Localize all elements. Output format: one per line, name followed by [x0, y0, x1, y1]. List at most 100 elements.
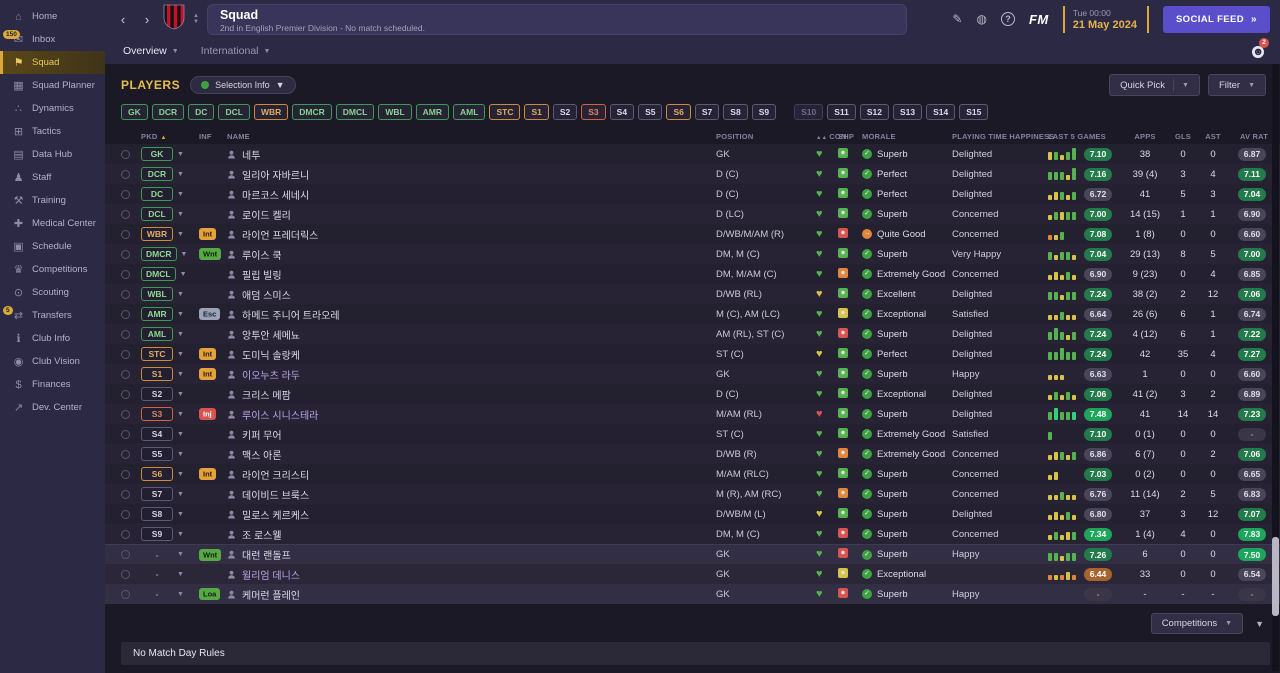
player-name[interactable]: 윌리엄 데니스 [242, 567, 300, 582]
player-name[interactable]: 대런 랜돌프 [242, 547, 291, 562]
position-chip-s9[interactable]: S9 [751, 104, 777, 120]
player-name[interactable]: 루이스 시니스테라 [242, 407, 318, 422]
col-con[interactable]: ▲▲ CON [816, 132, 846, 141]
row-select-circle[interactable] [121, 550, 130, 559]
sidebar-item-data-hub[interactable]: ▤ Data Hub [0, 143, 105, 166]
row-select-circle[interactable] [121, 209, 130, 219]
sidebar-item-finances[interactable]: $ Finances [0, 373, 105, 396]
col-inf[interactable]: INF [199, 132, 227, 141]
chevron-down-icon[interactable]: ▼ [177, 471, 184, 478]
col-last5[interactable]: LAST 5 GAMES [1048, 132, 1122, 141]
position-chip-dcl[interactable]: DCL [218, 104, 250, 120]
player-name[interactable]: 앙투안 세메뇨 [242, 327, 300, 342]
position-chip-wbl[interactable]: WBL [378, 104, 412, 120]
social-feed-button[interactable]: SOCIAL FEED » [1162, 5, 1270, 33]
player-name[interactable]: 밀로스 케르케스 [242, 507, 309, 522]
sidebar-item-club-info[interactable]: ℹ Club Info [0, 327, 105, 350]
position-chip-dcr[interactable]: DCR [151, 104, 185, 120]
player-name-cell[interactable]: 크리스 메팜 [227, 387, 716, 402]
player-row[interactable]: DCL ▼ 로이드 켈리 D (LC) ♥ ✓ Superb Concerned 7.00 14 … [105, 204, 1280, 224]
player-name-cell[interactable]: 일리아 자바르니 [227, 167, 716, 182]
position-badge[interactable]: DMCL [141, 267, 176, 281]
chevron-down-icon[interactable]: ▼ [177, 291, 184, 298]
chevron-down-icon[interactable]: ▼ [177, 171, 184, 178]
position-chip-s6[interactable]: S6 [666, 104, 691, 120]
player-name[interactable]: 크리스 메팜 [242, 387, 291, 402]
position-chip-s4[interactable]: S4 [609, 104, 635, 120]
chevron-down-icon[interactable]: ▼ [177, 191, 184, 198]
row-select-circle[interactable] [121, 189, 130, 199]
player-name[interactable]: 맥스 아론 [242, 447, 282, 462]
player-name-cell[interactable]: 윌리엄 데니스 [227, 567, 716, 582]
player-row[interactable]: WBR ▼ Int 라이언 프레더릭스 D/WB/M/AM (R) ♥ → Quite Goo… [105, 224, 1280, 244]
position-chip-s15[interactable]: S15 [959, 104, 989, 120]
sidebar-item-dynamics[interactable]: ∴ Dynamics [0, 97, 105, 120]
player-name-cell[interactable]: 조 로스웰 [227, 527, 716, 542]
sidebar-item-squad-planner[interactable]: ▦ Squad Planner [0, 74, 105, 97]
player-row[interactable]: WBL ▼ 애덤 스미스 D/WB (RL) ♥ ✓ Excellent Delighted 7… [105, 284, 1280, 304]
position-chip-dc[interactable]: DC [188, 104, 215, 120]
position-chip-s12[interactable]: S12 [859, 104, 890, 120]
player-name[interactable]: 라이언 크리스티 [242, 467, 309, 482]
position-badge[interactable]: STC [141, 347, 173, 361]
chevron-down-icon[interactable]: ▼ [177, 211, 184, 218]
chevron-down-icon[interactable]: ▼ [181, 251, 188, 258]
player-name-cell[interactable]: 라이언 프레더릭스 [227, 227, 716, 242]
position-badge[interactable]: DCR [141, 167, 173, 181]
sidebar-item-club-vision[interactable]: ◉ Club Vision [0, 350, 105, 373]
row-select-circle[interactable] [121, 409, 130, 419]
player-row[interactable]: S1 ▼ Int 이오누츠 라두 GK ♥ ✓ Superb Happy 6.63 1 0 0 6.60 [105, 364, 1280, 384]
sidebar-item-schedule[interactable]: ▣ Schedule [0, 235, 105, 258]
position-chip-gk[interactable]: GK [121, 104, 148, 120]
sidebar-item-competitions[interactable]: ♛ Competitions [0, 258, 105, 281]
position-badge[interactable]: S5 [141, 447, 173, 461]
sidebar-item-tactics[interactable]: ⊞ Tactics [0, 120, 105, 143]
row-select-circle[interactable] [121, 229, 130, 239]
fm-logo[interactable]: FM [1029, 12, 1049, 27]
position-chip-s10[interactable]: S10 [794, 104, 824, 120]
row-select-circle[interactable] [121, 589, 130, 599]
player-name-cell[interactable]: 도미닉 솔랑케 [227, 347, 716, 362]
player-name-cell[interactable]: 마르코스 세네시 [227, 187, 716, 202]
player-name-cell[interactable]: 대런 랜돌프 [227, 547, 716, 562]
player-name-cell[interactable]: 케머런 플레인 [227, 587, 716, 602]
player-row[interactable]: - ▼ Loa 케머런 플레인 GK ♥ ✓ Superb Happy - - - - - [105, 584, 1280, 604]
row-select-circle[interactable] [121, 449, 130, 459]
position-badge[interactable]: DC [141, 187, 173, 201]
player-name[interactable]: 로이드 켈리 [242, 207, 291, 222]
player-name[interactable]: 일리아 자바르니 [242, 167, 309, 182]
edit-pencil-icon[interactable]: ✎ [952, 12, 962, 26]
position-chip-stc[interactable]: STC [489, 104, 521, 120]
position-badge[interactable]: WBL [141, 287, 173, 301]
sidebar-item-staff[interactable]: ♟ Staff [0, 166, 105, 189]
player-name[interactable]: 루이스 쿡 [242, 247, 282, 262]
player-name-cell[interactable]: 키퍼 무어 [227, 427, 716, 442]
position-chip-s2[interactable]: S2 [552, 104, 578, 120]
player-name-cell[interactable]: 네투 [227, 147, 716, 162]
quick-pick-button[interactable]: Quick Pick ▼ [1109, 74, 1200, 96]
row-select-circle[interactable] [121, 569, 130, 579]
player-name-cell[interactable]: 밀로스 케르케스 [227, 507, 716, 522]
col-name[interactable]: NAME [227, 132, 716, 141]
player-name[interactable]: 케머런 플레인 [242, 587, 300, 602]
sidebar-item-medical-center[interactable]: ✚ Medical Center [0, 212, 105, 235]
scrollbar-track[interactable] [1272, 64, 1279, 671]
back-button[interactable]: ‹ [115, 12, 131, 27]
club-switcher[interactable]: ▲ ▼ [193, 13, 199, 25]
position-chip-s3[interactable]: S3 [581, 104, 606, 120]
position-badge[interactable]: S8 [141, 507, 173, 521]
col-happiness[interactable]: PLAYING TIME HAPPINESS [952, 132, 1054, 141]
player-row[interactable]: GK ▼ 네투 GK ♥ ✓ Superb Delighted 7.10 38 0 0 6.87 [105, 144, 1280, 164]
player-name[interactable]: 마르코스 세네시 [242, 187, 309, 202]
chevron-down-icon[interactable]: ▼ [177, 571, 184, 578]
sidebar-item-home[interactable]: ⌂ Home [0, 5, 105, 28]
row-select-circle[interactable] [121, 329, 130, 339]
position-badge[interactable]: DCL [141, 207, 173, 221]
player-row[interactable]: DCR ▼ 일리아 자바르니 D (C) ♥ ✓ Perfect Delighted 7.16 3… [105, 164, 1280, 184]
row-select-circle[interactable] [121, 309, 130, 319]
position-chip-s7[interactable]: S7 [694, 104, 720, 120]
tab-international[interactable]: International ▼ [201, 45, 271, 57]
row-select-circle[interactable] [121, 489, 130, 499]
chevron-down-icon[interactable]: ▼ [177, 151, 184, 158]
col-pkd[interactable]: PKD ▲ [141, 132, 199, 141]
